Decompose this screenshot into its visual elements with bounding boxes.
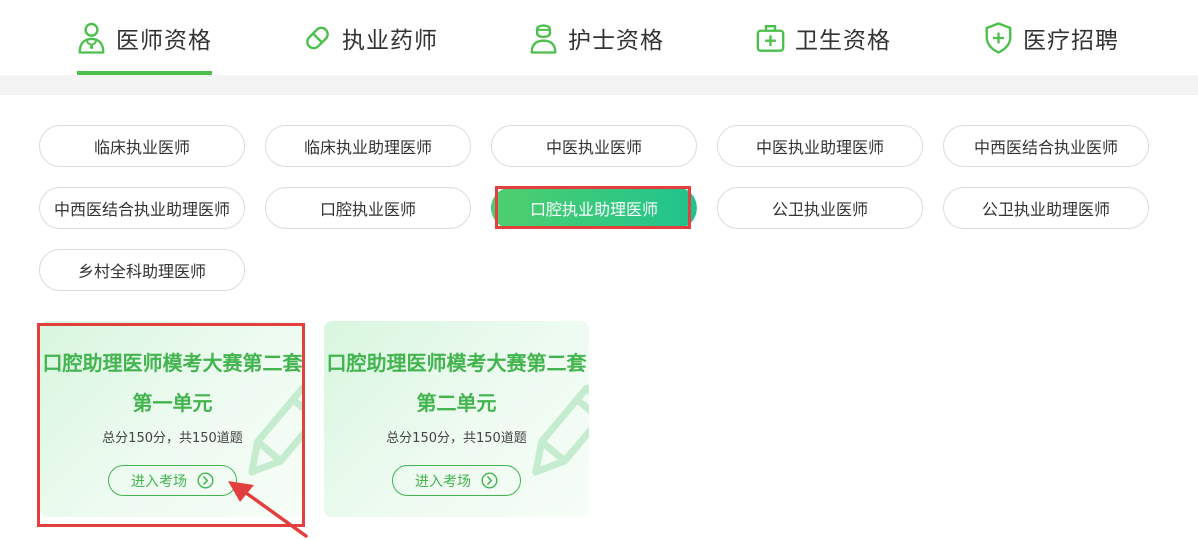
card-title-line1: 口腔助理医师模考大赛第二套 (326, 351, 587, 375)
card-score-info: 总分150分，共150道题 (102, 431, 243, 446)
category-pill[interactable]: 公卫执业助理医师 (943, 187, 1149, 229)
enter-exam-button[interactable]: 进入考场 (108, 465, 237, 496)
chevron-right-circle-icon (481, 472, 498, 489)
tab-health-qualification[interactable]: 卫生资格 (756, 0, 891, 75)
divider-band (0, 75, 1198, 95)
exam-type-tabs: 医师资格 执业药师 护士资格 卫生资格 医疗招聘 (0, 0, 1198, 75)
card-title: 口腔助理医师模考大赛第二套 第二单元 (324, 343, 589, 423)
tab-label: 护士资格 (568, 27, 664, 54)
tab-label: 卫生资格 (795, 27, 891, 54)
pill-icon (306, 26, 329, 49)
card-title-line1: 口腔助理医师模考大赛第二套 (42, 351, 303, 375)
enter-exam-button[interactable]: 进入考场 (392, 465, 521, 496)
category-pill[interactable]: 临床执业医师 (39, 125, 245, 167)
category-pill[interactable]: 中西医结合执业医师 (943, 125, 1149, 167)
category-pill[interactable]: 中医执业医师 (491, 125, 697, 167)
medical-kit-icon (756, 24, 785, 52)
shield-plus-icon (985, 21, 1012, 54)
category-pill[interactable]: 中西医结合执业助理医师 (39, 187, 245, 229)
doctor-icon (78, 22, 105, 54)
category-pill[interactable]: 公卫执业医师 (717, 187, 923, 229)
tab-label: 执业药师 (342, 27, 438, 54)
enter-exam-label: 进入考场 (131, 473, 187, 490)
category-pill[interactable]: 乡村全科助理医师 (39, 249, 245, 291)
enter-exam-label: 进入考场 (415, 473, 471, 490)
category-pill[interactable]: 中医执业助理医师 (717, 125, 923, 167)
exam-card: 口腔助理医师模考大赛第二套 第二单元 总分150分，共150道题 进入考场 (324, 321, 589, 517)
tab-nurse-qualification[interactable]: 护士资格 (529, 0, 664, 75)
category-pill-active[interactable]: 口腔执业助理医师 (491, 187, 697, 229)
exam-card: 口腔助理医师模考大赛第二套 第一单元 总分150分，共150道题 进入考场 (40, 321, 305, 517)
tab-doctor-qualification[interactable]: 医师资格 (77, 0, 212, 75)
tab-label: 医疗招聘 (1023, 27, 1119, 54)
tab-licensed-pharmacist[interactable]: 执业药师 (303, 0, 438, 75)
card-title-line2: 第二单元 (416, 391, 497, 415)
card-title-line2: 第一单元 (132, 391, 213, 415)
category-pill[interactable]: 口腔执业医师 (265, 187, 471, 229)
tab-medical-recruitment[interactable]: 医疗招聘 (984, 0, 1119, 75)
card-score-info: 总分150分，共150道题 (386, 431, 527, 446)
card-title: 口腔助理医师模考大赛第二套 第一单元 (40, 343, 305, 423)
chevron-right-circle-icon (197, 472, 214, 489)
nurse-icon (530, 23, 557, 54)
category-pill[interactable]: 临床执业助理医师 (265, 125, 471, 167)
tab-label: 医师资格 (116, 27, 212, 54)
